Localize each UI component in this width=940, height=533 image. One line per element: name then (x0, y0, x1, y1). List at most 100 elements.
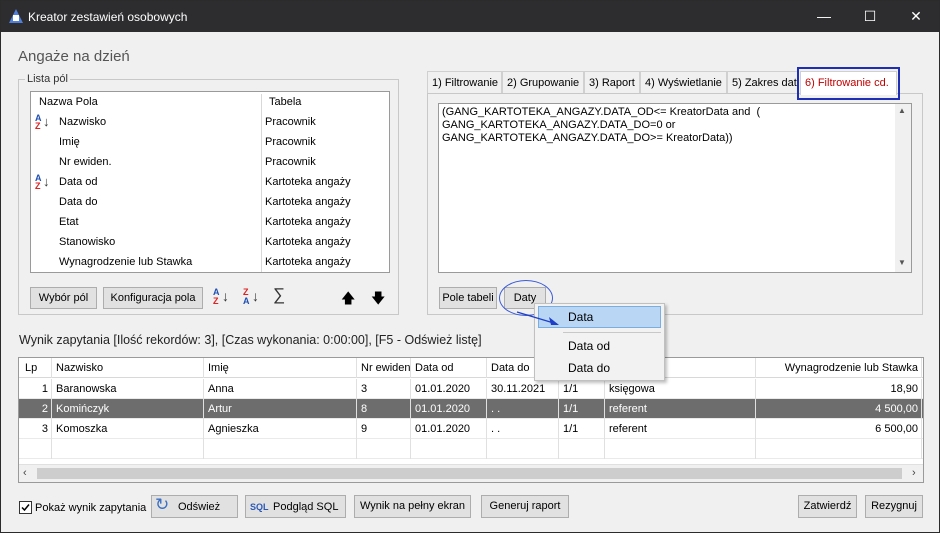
table-row[interactable]: 2 Komińczyk Artur 8 01.01.2020 . . 1/1 referen… (19, 399, 923, 419)
filter-expression-text[interactable]: (GANG_KARTOTEKA_ANGAZY.DATA_OD<= Kreator… (440, 105, 896, 271)
menu-item-date-to[interactable]: Data do (568, 361, 610, 375)
tab-date-range[interactable]: 5) Zakres dat (727, 71, 799, 93)
menu-item-date-from[interactable]: Data od (568, 339, 610, 353)
grid-col-date-from[interactable]: Data od (411, 358, 487, 378)
grid-col-surname[interactable]: Nazwisko (52, 358, 204, 378)
refresh-button[interactable]: ↻ Odśwież (151, 495, 238, 518)
field-table: Kartoteka angaży (265, 216, 351, 228)
grid-cell-first-name: Anna (204, 379, 357, 399)
show-results-label[interactable]: Pokaż wynik zapytania (35, 502, 146, 514)
field-table: Kartoteka angaży (265, 256, 351, 268)
select-fields-button[interactable]: Wybór pól (30, 287, 97, 309)
grid-cell-fte (559, 439, 605, 459)
fields-list-item[interactable]: Wynagrodzenie lub Stawka Kartoteka angaży (31, 252, 389, 272)
grid-col-lp[interactable]: Lp (19, 358, 52, 378)
grid-cell-first-name: Artur (204, 399, 357, 419)
grid-header: LpNazwiskoImięNr ewiden.Data odData doEt… (19, 358, 923, 378)
field-name: Data do (59, 196, 98, 208)
grid-cell-salary: 6 500,00 (756, 419, 922, 439)
grid-cell-surname: Baranowska (52, 379, 204, 399)
grid-cell-date-from (411, 439, 487, 459)
grid-horizontal-scrollbar[interactable]: ‹ › (19, 464, 923, 482)
grid-cell-position (605, 439, 756, 459)
field-name: Data od (59, 176, 98, 188)
grid-cell-date-from: 01.01.2020 (411, 419, 487, 439)
grid-cell-date-to: . . (487, 419, 559, 439)
grid-cell-fte: 1/1 (559, 399, 605, 419)
grid-cell-lp: 3 (19, 419, 52, 439)
menu-item-data[interactable]: Data (568, 310, 593, 324)
field-table: Pracownik (265, 156, 316, 168)
grid-cell-lp: 1 (19, 379, 52, 399)
fields-col-table[interactable]: Tabela (265, 92, 385, 112)
field-table: Pracownik (265, 116, 316, 128)
scroll-left-icon[interactable]: ‹ (23, 467, 27, 479)
cancel-button[interactable]: Rezygnuj (865, 495, 923, 518)
grid-cell-surname: Komoszka (52, 419, 204, 439)
fullscreen-results-button[interactable]: Wynik na pełny ekran (354, 495, 471, 518)
grid-cell-record-no: 9 (357, 419, 411, 439)
scroll-down-icon[interactable]: ▼ (898, 258, 906, 267)
table-row[interactable]: 3 Komoszka Agnieszka 9 01.01.2020 . . 1/1 refe… (19, 419, 923, 439)
table-row-empty (19, 439, 923, 459)
table-field-button[interactable]: Pole tabeli (439, 287, 497, 309)
scroll-up-icon[interactable]: ▲ (898, 106, 906, 115)
filter-expression-box[interactable]: (GANG_KARTOTEKA_ANGAZY.DATA_OD<= Kreator… (438, 103, 912, 273)
refresh-icon: ↻ (155, 495, 170, 514)
fields-list-item[interactable]: A Z ↓ Nazwisko Pracownik (31, 112, 389, 132)
tab-report[interactable]: 3) Raport (584, 71, 640, 93)
field-name: Nr ewiden. (59, 156, 112, 168)
show-results-checkbox[interactable] (19, 501, 32, 514)
maximize-button[interactable]: ☐ (847, 1, 893, 32)
sort-ascending-icon: A Z ↓ (35, 173, 50, 191)
grid-cell-date-to: 30.11.2021 (487, 379, 559, 399)
close-button[interactable]: ✕ (893, 1, 939, 32)
move-down-icon[interactable]: 🡇 (371, 288, 385, 312)
window-title: Kreator zestawień osobowych (28, 10, 188, 24)
grid-cell-first-name: Agnieszka (204, 419, 357, 439)
filter-scrollbar[interactable]: ▲ ▼ (895, 104, 911, 272)
scrollbar-thumb[interactable] (37, 468, 902, 479)
field-table: Kartoteka angaży (265, 236, 351, 248)
confirm-button[interactable]: Zatwierdź (798, 495, 857, 518)
sort-ascending-icon[interactable]: A Z ↓ (213, 287, 231, 307)
tab-highlight-frame (797, 67, 900, 100)
fields-list-item[interactable]: Etat Kartoteka angaży (31, 212, 389, 232)
scroll-right-icon[interactable]: › (912, 467, 916, 479)
fields-list-item[interactable]: Imię Pracownik (31, 132, 389, 152)
grid-col-salary[interactable]: Wynagrodzenie lub Stawka (756, 358, 922, 378)
title-bar[interactable]: Kreator zestawień osobowych — ☐ ✕ (1, 1, 939, 32)
fields-list-item[interactable]: Nr ewiden. Pracownik (31, 152, 389, 172)
cursor-arrow-icon (515, 309, 565, 332)
grid-cell-date-to: . . (487, 399, 559, 419)
minimize-button[interactable]: — (801, 1, 847, 32)
fields-group-legend: Lista pól (25, 73, 70, 85)
fields-list-item[interactable]: A Z ↓ Data od Kartoteka angaży (31, 172, 389, 192)
field-name: Etat (59, 216, 79, 228)
grid-cell-salary: 4 500,00 (756, 399, 922, 419)
sql-preview-button[interactable]: SQL Podgląd SQL (245, 495, 346, 518)
fields-col-name[interactable]: Nazwa Pola (35, 92, 263, 112)
grid-col-first-name[interactable]: Imię (204, 358, 357, 378)
app-icon (9, 9, 23, 23)
move-up-icon[interactable]: 🡅 (341, 288, 355, 312)
grid-cell-salary: 18,90 (756, 379, 922, 399)
field-table: Pracownik (265, 136, 316, 148)
sum-icon[interactable]: ∑ (273, 285, 285, 305)
grid-col-record-no[interactable]: Nr ewiden. (357, 358, 411, 378)
fields-list-item[interactable]: Data do Kartoteka angaży (31, 192, 389, 212)
results-grid[interactable]: LpNazwiskoImięNr ewiden.Data odData doEt… (18, 357, 924, 483)
grid-cell-lp (19, 439, 52, 459)
tab-filtering[interactable]: 1) Filtrowanie (427, 71, 502, 93)
tab-display[interactable]: 4) Wyświetlanie (640, 71, 727, 93)
tab-grouping[interactable]: 2) Grupowanie (502, 71, 584, 93)
tab-strip: 1) Filtrowanie 2) Grupowanie 3) Raport 4… (427, 71, 807, 94)
grid-cell-surname (52, 439, 204, 459)
generate-report-button[interactable]: Generuj raport (481, 495, 569, 518)
sort-ascending-icon: A Z ↓ (35, 113, 50, 131)
configure-field-button[interactable]: Konfiguracja pola (103, 287, 203, 309)
sort-descending-icon[interactable]: Z A ↓ (243, 287, 261, 307)
table-row[interactable]: 1 Baranowska Anna 3 01.01.2020 30.11.2021 1/1 k… (19, 379, 923, 399)
fields-list[interactable]: Nazwa Pola Tabela A Z ↓ Nazwisko Pracownik Im… (30, 91, 390, 273)
fields-list-item[interactable]: Stanowisko Kartoteka angaży (31, 232, 389, 252)
